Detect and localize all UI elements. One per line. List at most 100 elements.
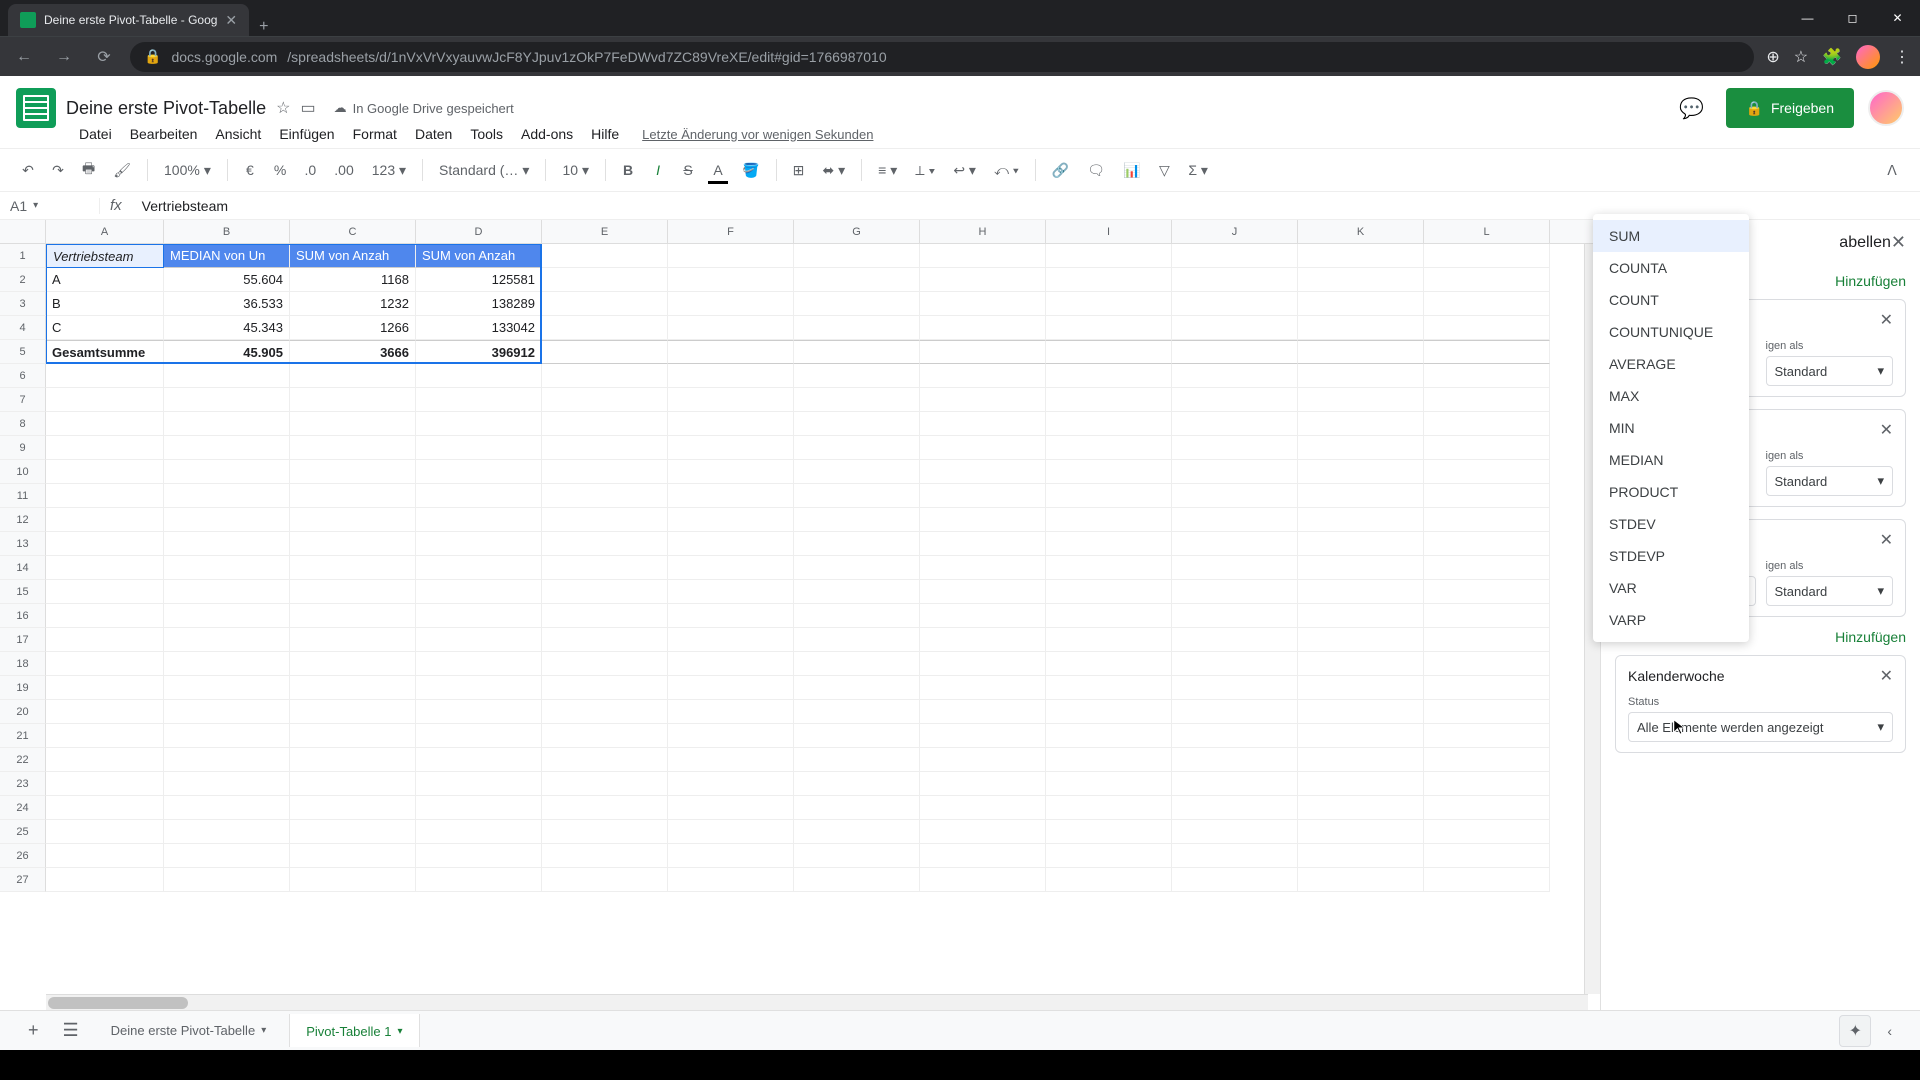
col-header-b[interactable]: B	[164, 220, 290, 243]
wrap-icon[interactable]: ↩ ▾	[947, 158, 982, 183]
rotate-icon[interactable]: ⤺ ▾	[988, 158, 1025, 183]
reload-icon[interactable]: ⟳	[90, 47, 118, 67]
forward-icon[interactable]: →	[50, 48, 78, 66]
cell-d5[interactable]: 396912	[416, 340, 542, 364]
cell-a2[interactable]: A	[46, 268, 164, 292]
agg-option-counta[interactable]: COUNTA	[1593, 252, 1749, 284]
col-header-f[interactable]: F	[668, 220, 794, 243]
remove-filter-icon[interactable]: ✕	[1880, 666, 1893, 686]
formula-bar[interactable]: Vertriebsteam	[132, 198, 238, 214]
select-all-corner[interactable]	[0, 220, 46, 243]
filter-status-select[interactable]: Alle Elemente werden angezeigt▾	[1628, 712, 1893, 742]
comment-insert-icon[interactable]: 🗨	[1081, 158, 1111, 183]
row-header-4[interactable]: 4	[0, 316, 46, 340]
merge-icon[interactable]: ⬌ ▾	[817, 158, 852, 183]
spreadsheet-grid[interactable]: A B C D E F G H I J K L 1 Vertriebsteam …	[0, 220, 1600, 1010]
paint-format-icon[interactable]: 🖌	[107, 158, 137, 183]
remove-value-2-icon[interactable]: ✕	[1880, 420, 1893, 440]
browser-tab[interactable]: Deine erste Pivot-Tabelle - Goog ✕	[8, 4, 249, 36]
remove-value-3-icon[interactable]: ✕	[1880, 530, 1893, 550]
name-box[interactable]: A1▾	[0, 198, 100, 214]
row-header-15[interactable]: 15	[0, 580, 46, 604]
profile-avatar-icon[interactable]	[1856, 45, 1880, 69]
row-header-24[interactable]: 24	[0, 796, 46, 820]
cell-b2[interactable]: 55.604	[164, 268, 290, 292]
move-icon[interactable]: ▭	[300, 98, 315, 118]
agg-option-count[interactable]: COUNT	[1593, 284, 1749, 316]
agg-option-varp[interactable]: VARP	[1593, 604, 1749, 636]
row-header-7[interactable]: 7	[0, 388, 46, 412]
percent-button[interactable]: %	[268, 158, 292, 182]
explore-icon[interactable]: ✦	[1839, 1015, 1871, 1047]
cell-a4[interactable]: C	[46, 316, 164, 340]
row-header-20[interactable]: 20	[0, 700, 46, 724]
all-sheets-icon[interactable]: ☰	[55, 1016, 87, 1045]
account-avatar-icon[interactable]	[1868, 90, 1904, 126]
extensions-icon[interactable]: 🧩	[1822, 47, 1842, 67]
cell-c1[interactable]: SUM von Anzah	[290, 244, 416, 268]
add-sheet-button[interactable]: +	[20, 1016, 47, 1045]
col-header-i[interactable]: I	[1046, 220, 1172, 243]
collapse-toolbar-icon[interactable]: ᐱ	[1880, 158, 1904, 183]
cell-a5[interactable]: Gesamtsumme	[46, 340, 164, 364]
share-button[interactable]: 🔒 Freigeben	[1726, 88, 1854, 128]
menu-einfuegen[interactable]: Einfügen	[272, 122, 341, 146]
show-as-select-1[interactable]: Standard▾	[1766, 356, 1894, 386]
document-title[interactable]: Deine erste Pivot-Tabelle	[66, 98, 266, 119]
fill-color-icon[interactable]: 🪣	[736, 158, 765, 183]
sheet-tab-1[interactable]: Deine erste Pivot-Tabelle▾	[95, 1015, 283, 1046]
star-button-icon[interactable]: ☆	[276, 98, 290, 118]
maximize-icon[interactable]: ◻	[1830, 0, 1875, 36]
halign-icon[interactable]: ≡ ▾	[872, 158, 903, 183]
agg-option-median[interactable]: MEDIAN	[1593, 444, 1749, 476]
back-icon[interactable]: ←	[10, 48, 38, 66]
col-header-l[interactable]: L	[1424, 220, 1550, 243]
col-header-g[interactable]: G	[794, 220, 920, 243]
row-header-9[interactable]: 9	[0, 436, 46, 460]
bold-icon[interactable]: B	[616, 158, 640, 182]
close-window-icon[interactable]: ✕	[1875, 0, 1920, 36]
row-header-8[interactable]: 8	[0, 412, 46, 436]
row-header-22[interactable]: 22	[0, 748, 46, 772]
cell-c3[interactable]: 1232	[290, 292, 416, 316]
sheets-logo-icon[interactable]	[16, 88, 56, 128]
agg-option-min[interactable]: MIN	[1593, 412, 1749, 444]
agg-option-sum[interactable]: SUM	[1593, 220, 1749, 252]
col-header-h[interactable]: H	[920, 220, 1046, 243]
col-header-d[interactable]: D	[416, 220, 542, 243]
agg-option-stdev[interactable]: STDEV	[1593, 508, 1749, 540]
row-header-19[interactable]: 19	[0, 676, 46, 700]
col-header-j[interactable]: J	[1172, 220, 1298, 243]
row-header-6[interactable]: 6	[0, 364, 46, 388]
horizontal-scrollbar[interactable]	[46, 994, 1588, 1010]
row-header-16[interactable]: 16	[0, 604, 46, 628]
font-size-select[interactable]: 10 ▾	[556, 162, 595, 179]
strikethrough-icon[interactable]: S	[676, 158, 700, 182]
row-header-1[interactable]: 1	[0, 244, 46, 268]
chart-icon[interactable]: 📊	[1117, 158, 1146, 183]
cell-c4[interactable]: 1266	[290, 316, 416, 340]
filter-icon[interactable]: ▽	[1152, 158, 1176, 183]
row-header-18[interactable]: 18	[0, 652, 46, 676]
valign-icon[interactable]: ⟂ ▾	[909, 158, 941, 183]
increase-decimal-button[interactable]: .00	[328, 158, 359, 182]
font-select[interactable]: Standard (… ▾	[433, 162, 535, 179]
cell-d2[interactable]: 125581	[416, 268, 542, 292]
comments-icon[interactable]: 💬	[1672, 88, 1712, 128]
col-header-k[interactable]: K	[1298, 220, 1424, 243]
agg-option-stdevp[interactable]: STDEVP	[1593, 540, 1749, 572]
row-header-14[interactable]: 14	[0, 556, 46, 580]
row-header-2[interactable]: 2	[0, 268, 46, 292]
decrease-decimal-button[interactable]: .0	[298, 158, 322, 182]
cell-b1[interactable]: MEDIAN von Un	[164, 244, 290, 268]
cell-d1[interactable]: SUM von Anzah	[416, 244, 542, 268]
row-header-12[interactable]: 12	[0, 508, 46, 532]
col-header-a[interactable]: A	[46, 220, 164, 243]
col-header-c[interactable]: C	[290, 220, 416, 243]
show-as-select-3[interactable]: Standard▾	[1766, 576, 1894, 606]
tab-close-icon[interactable]: ✕	[225, 12, 237, 29]
menu-ansicht[interactable]: Ansicht	[208, 122, 268, 146]
text-color-icon[interactable]: A	[706, 158, 730, 182]
last-edit-link[interactable]: Letzte Änderung vor wenigen Sekunden	[642, 127, 873, 142]
cell-c5[interactable]: 3666	[290, 340, 416, 364]
